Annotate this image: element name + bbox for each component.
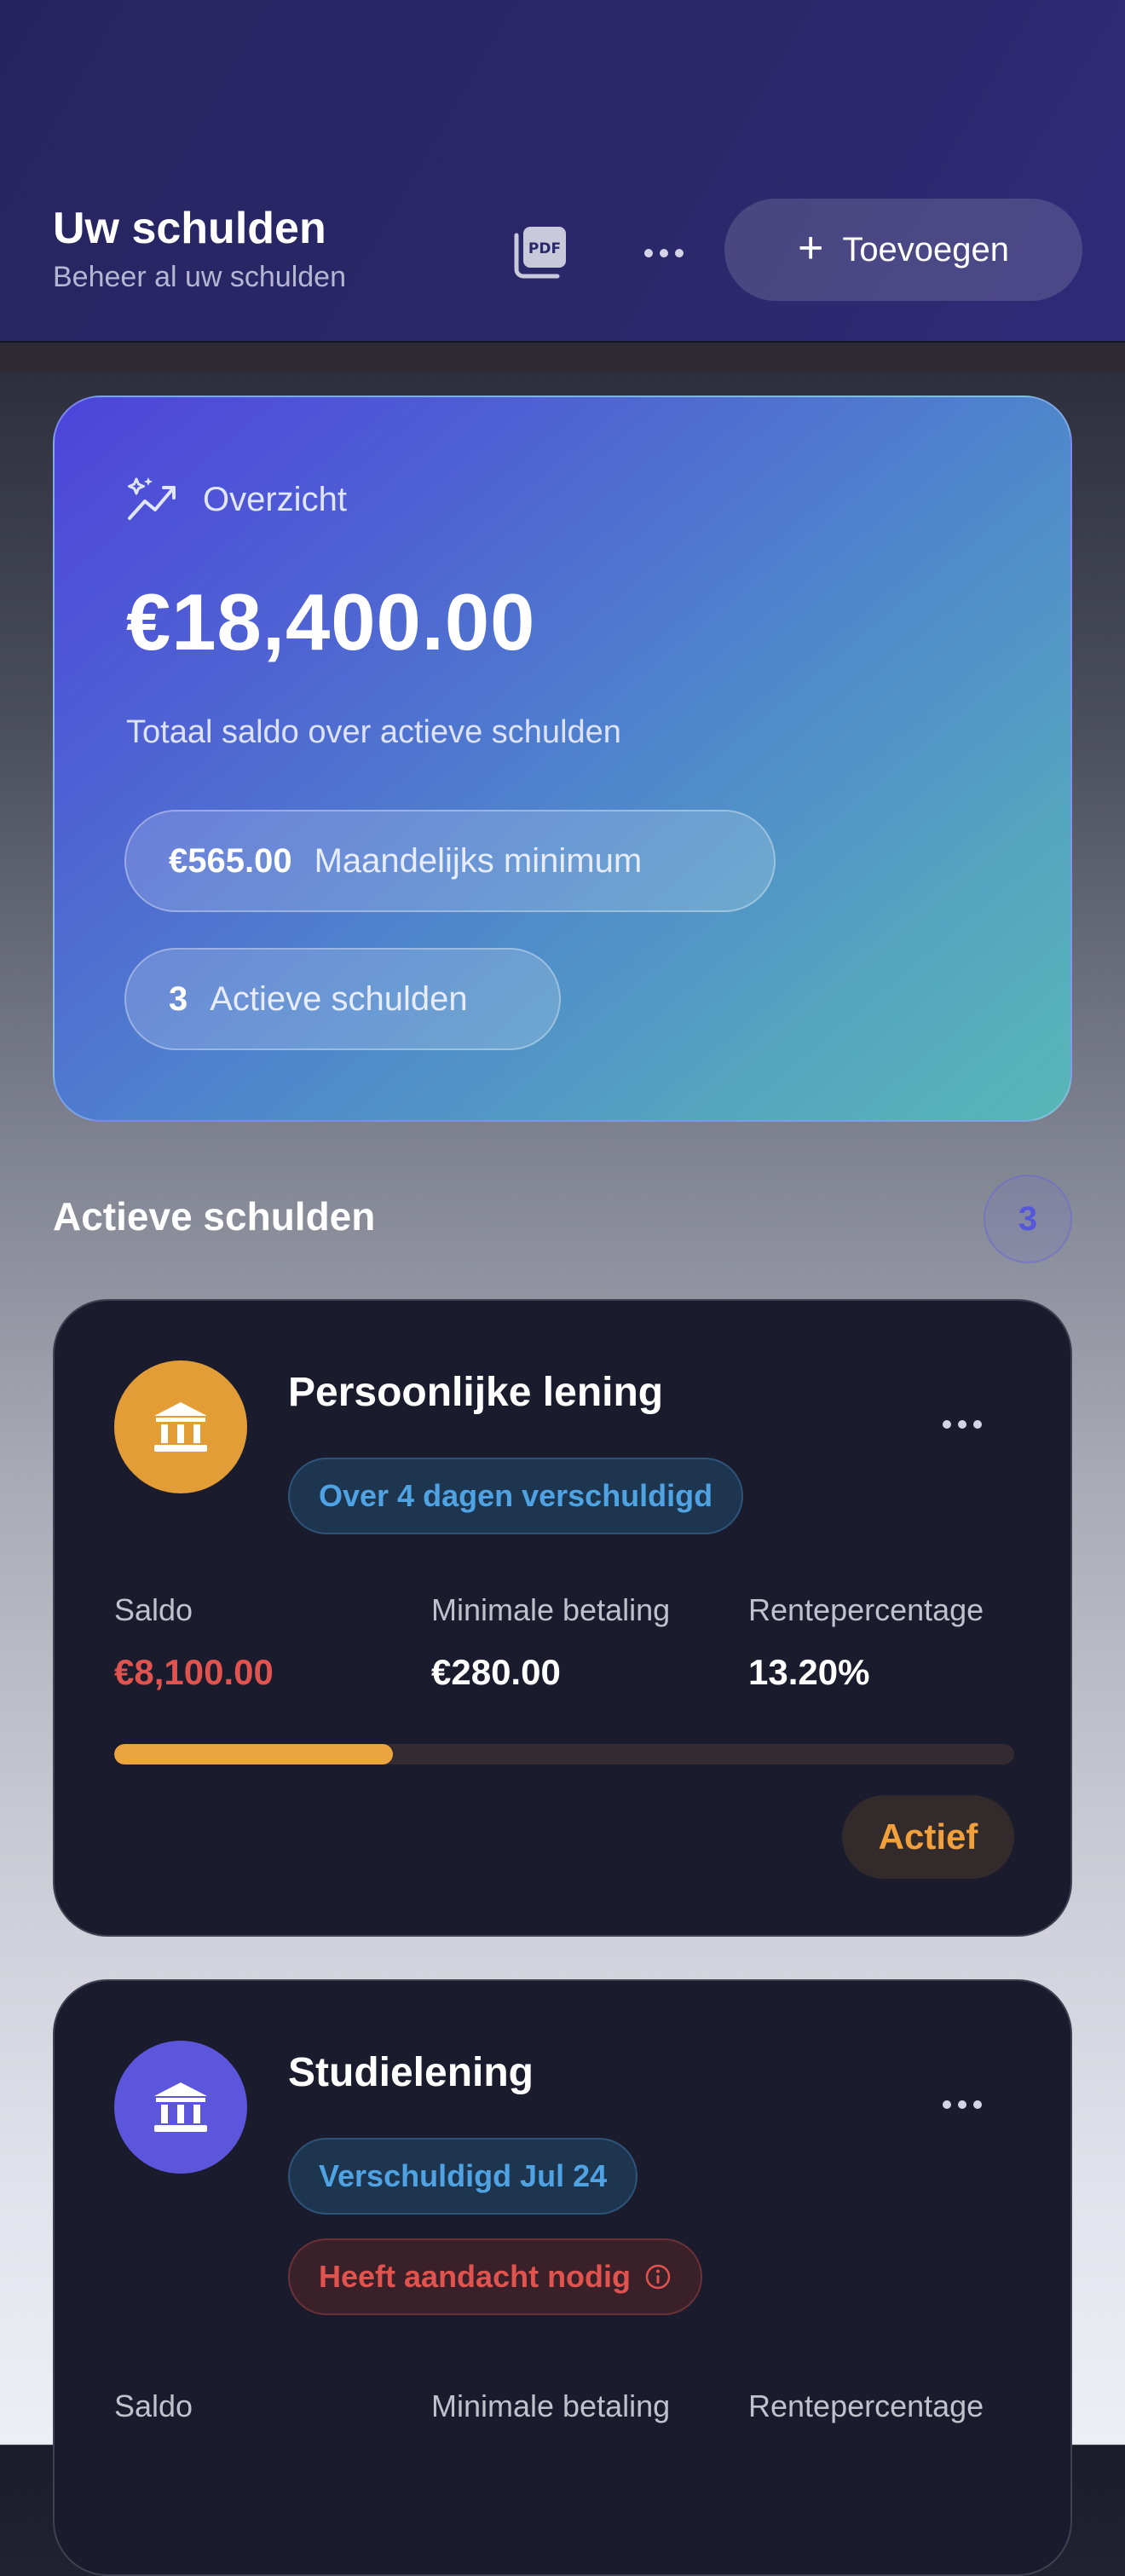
section-count-badge: 3 [984, 1175, 1072, 1263]
min-payment-value: €280.00 [431, 1652, 561, 1692]
total-balance-description: Totaal saldo over actieve schulden [126, 714, 621, 750]
debt-name: Persoonlijke lening [288, 1370, 664, 1415]
due-date-tag: Verschuldigd Jul 24 [288, 2138, 638, 2215]
debt-card[interactable]: Persoonlijke lening Over 4 dagen verschu… [53, 1299, 1072, 1937]
status-badge: Actief [842, 1795, 1014, 1879]
pdf-export-icon[interactable]: PDF [511, 223, 571, 280]
bank-icon [154, 1402, 207, 1452]
active-debts-count: 3 [169, 979, 188, 1018]
overview-card: Overzicht €18,400.00 Totaal saldo over a… [53, 396, 1072, 1122]
payoff-progress-bar [114, 1744, 1014, 1765]
add-debt-label: Toevoegen [842, 230, 1010, 269]
balance-label: Saldo [114, 1592, 193, 1627]
app-header: Uw schulden Beheer al uw schulden PDF + … [0, 0, 1125, 343]
debt-more-icon[interactable] [932, 1412, 992, 1437]
attention-tag-label: Heeft aandacht nodig [319, 2259, 632, 2294]
page-title: Uw schulden [53, 204, 326, 253]
interest-rate-value: 13.20% [748, 1652, 870, 1692]
svg-text:PDF: PDF [528, 240, 561, 257]
plus-icon: + [797, 223, 824, 273]
monthly-minimum-pill: €565.00 Maandelijks minimum [124, 810, 776, 912]
add-debt-button[interactable]: + Toevoegen [724, 199, 1082, 301]
overview-label: Overzicht [203, 480, 347, 518]
active-debts-label: Actieve schulden [210, 979, 468, 1018]
attention-tag: Heeft aandacht nodig [288, 2238, 703, 2315]
bank-icon [154, 2082, 207, 2132]
debt-avatar [114, 2041, 247, 2174]
interest-rate-label: Rentepercentage [748, 2388, 984, 2423]
info-icon [645, 2264, 671, 2290]
due-date-tag: Over 4 dagen verschuldigd [288, 1458, 744, 1534]
balance-label: Saldo [114, 2388, 193, 2423]
sparkle-chart-icon [128, 477, 176, 520]
overview-header: Overzicht [126, 476, 347, 523]
balance-value: €8,100.00 [114, 1652, 274, 1692]
payoff-progress-fill [114, 1744, 394, 1765]
min-payment-label: Minimale betaling [431, 2388, 671, 2423]
header-divider [0, 343, 1125, 373]
section-title: Actieve schulden [53, 1194, 376, 1239]
debt-card[interactable]: Studielening Verschuldigd Jul 24 Heeft a… [53, 1979, 1072, 2576]
debt-name: Studielening [288, 2050, 534, 2095]
debt-more-icon[interactable] [932, 2092, 992, 2117]
monthly-minimum-label: Maandelijks minimum [314, 841, 643, 880]
interest-rate-label: Rentepercentage [748, 1592, 984, 1627]
page-subtitle: Beheer al uw schulden [53, 261, 347, 293]
active-debts-pill: 3 Actieve schulden [124, 948, 561, 1050]
monthly-minimum-value: €565.00 [169, 841, 292, 880]
debt-avatar [114, 1360, 247, 1493]
min-payment-label: Minimale betaling [431, 1592, 671, 1627]
total-balance: €18,400.00 [126, 577, 536, 667]
more-options-icon[interactable] [634, 232, 694, 274]
